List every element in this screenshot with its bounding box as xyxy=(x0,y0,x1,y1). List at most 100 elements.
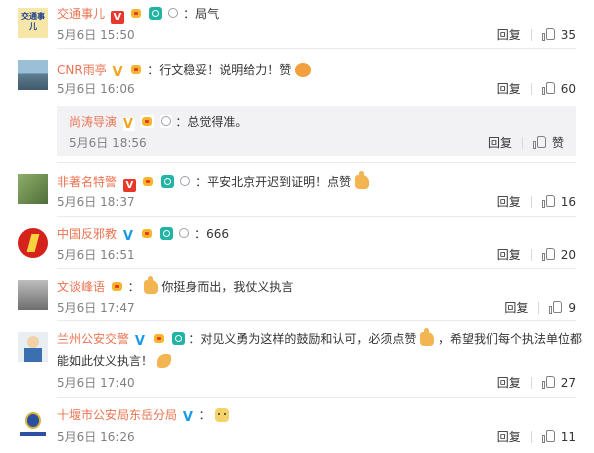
like-button[interactable]: 9 xyxy=(549,301,576,315)
reply-button[interactable]: 回复 xyxy=(497,28,521,42)
reply-button[interactable]: 回复 xyxy=(488,136,512,150)
member-icon[interactable] xyxy=(110,280,124,293)
commenter-name[interactable]: 中国反邪教 xyxy=(57,227,117,241)
reply-button[interactable]: 回复 xyxy=(497,430,521,444)
medal-icon[interactable] xyxy=(179,175,192,188)
thumb-up-icon xyxy=(541,82,556,95)
avatar-head xyxy=(27,336,39,348)
member-icon[interactable] xyxy=(129,7,143,20)
divider xyxy=(530,196,532,208)
like-count: 11 xyxy=(560,430,576,444)
reply-button[interactable]: 回复 xyxy=(497,195,521,209)
avatar[interactable]: 交通事儿 xyxy=(18,8,48,38)
like-button[interactable]: 20 xyxy=(541,248,576,262)
commenter-name[interactable]: 十堰市公安局东岳分局 xyxy=(57,408,177,422)
commenter-name[interactable]: 文谈峰语 xyxy=(57,280,105,294)
like-count: 9 xyxy=(568,301,576,315)
comment-line: 文谈峰语 ： 你挺身而出，我仗义执言 xyxy=(57,276,293,295)
member-icon[interactable] xyxy=(130,63,144,76)
comment-item: 兰州公安交警 V ：对见义勇为这样的鼓励和认可，必须点赞 ，希望我们每个执法单位… xyxy=(0,321,594,398)
like-count: 20 xyxy=(560,248,576,262)
avatar[interactable] xyxy=(18,174,48,204)
thumb-up-icon xyxy=(532,136,547,149)
medal-icon[interactable] xyxy=(167,7,180,20)
camera-badge-icon[interactable] xyxy=(148,7,162,20)
camera-badge-icon[interactable] xyxy=(160,175,174,188)
commenter-name[interactable]: 尚涛导演 xyxy=(69,115,117,129)
comment-text: ：局气 xyxy=(183,7,220,21)
comment-text: ： xyxy=(127,280,140,294)
thumb-up-icon xyxy=(541,248,556,261)
commenter-name[interactable]: CNR雨亭 xyxy=(57,63,107,77)
member-icon[interactable] xyxy=(140,115,154,128)
comment-text: ：行文稳妥！说明给力！赞 xyxy=(147,63,292,77)
actions: 回复 9 xyxy=(504,300,576,316)
verified-gold-icon[interactable]: V xyxy=(122,118,135,131)
divider xyxy=(530,249,532,261)
avatar[interactable] xyxy=(18,60,48,90)
reply-button[interactable]: 回复 xyxy=(497,82,521,96)
thumbs-up-emoji-icon xyxy=(420,328,435,346)
like-button[interactable]: 60 xyxy=(541,82,576,96)
comment-text: ：平安北京开迟到证明！点赞 xyxy=(195,175,352,189)
comment-text-line2: 能如此仗义执言！ xyxy=(57,354,154,368)
comment-line-2: 能如此仗义执言！ xyxy=(57,353,171,369)
comment-item: 文谈峰语 ： 你挺身而出，我仗义执言 5月6日 17:47 回复 9 xyxy=(0,268,594,321)
member-icon[interactable] xyxy=(141,175,155,188)
like-button[interactable]: 16 xyxy=(541,195,576,209)
like-button[interactable]: 27 xyxy=(541,376,576,390)
comment-text: ：对见义勇为这样的鼓励和认可，必须点赞 xyxy=(188,332,417,346)
avatar-body xyxy=(24,348,42,362)
medal-icon[interactable] xyxy=(178,227,191,240)
commenter-name[interactable]: 交通事儿 xyxy=(57,7,105,21)
verified-gold-icon[interactable]: V xyxy=(112,66,125,79)
reply-button[interactable]: 回复 xyxy=(504,301,528,315)
timestamp: 5月6日 17:40 xyxy=(57,376,135,390)
avatar[interactable] xyxy=(18,409,48,439)
medal-icon[interactable] xyxy=(159,115,172,128)
clap-emoji-icon xyxy=(295,63,312,77)
comment-line: CNR雨亭 V ：行文稳妥！说明给力！赞 xyxy=(57,62,312,79)
verified-blue-icon[interactable]: V xyxy=(122,230,135,243)
sub-reply-line: 尚涛导演 V ：总觉得准。 xyxy=(69,114,247,131)
like-button[interactable]: 35 xyxy=(541,28,576,42)
verified-blue-icon[interactable]: V xyxy=(134,335,147,348)
verified-red-icon[interactable]: V xyxy=(110,11,124,24)
police-emblem-icon xyxy=(25,412,41,429)
comment-item: 中国反邪教 V ：666 5月6日 16:51 回复 20 xyxy=(0,216,594,269)
comment-line: 交通事儿 V ：局气 xyxy=(57,6,219,24)
divider xyxy=(57,48,576,49)
like-button[interactable]: 赞 xyxy=(532,136,564,150)
camera-badge-icon[interactable] xyxy=(159,227,173,240)
logo-mark xyxy=(26,234,40,252)
comment-text: ：总觉得准。 xyxy=(175,115,248,129)
avatar[interactable] xyxy=(18,228,48,258)
commenter-name[interactable]: 兰州公安交警 xyxy=(57,332,129,346)
divider xyxy=(530,431,532,443)
like-button[interactable]: 11 xyxy=(541,430,576,444)
like-count: 27 xyxy=(560,376,576,390)
reply-button[interactable]: 回复 xyxy=(497,376,521,390)
commenter-name[interactable]: 非著名特警 xyxy=(57,175,117,189)
timestamp: 5月6日 17:47 xyxy=(57,301,135,315)
member-icon[interactable] xyxy=(140,227,154,240)
thumbs-up-emoji-icon xyxy=(143,276,158,294)
avatar[interactable] xyxy=(18,332,48,362)
verified-red-icon[interactable]: V xyxy=(122,179,136,192)
camera-badge-icon[interactable] xyxy=(171,332,185,345)
timestamp: 5月6日 16:26 xyxy=(57,430,135,444)
comment-text-cont: ，希望我们每个执法单位都 xyxy=(438,332,583,346)
thumbs-up-emoji-icon xyxy=(355,171,369,189)
avatar[interactable] xyxy=(18,280,48,310)
divider xyxy=(530,377,532,389)
actions: 回复 赞 xyxy=(488,135,564,151)
comment-item: 交通事儿 交通事儿 V ：局气 5月6日 15:50 回复 35 xyxy=(0,0,594,50)
verified-blue-icon[interactable]: V xyxy=(182,411,195,424)
reply-button[interactable]: 回复 xyxy=(497,248,521,262)
actions: 回复 20 xyxy=(497,247,576,263)
member-icon[interactable] xyxy=(152,332,166,345)
comment-item: 非著名特警 V ：平安北京开迟到证明！点赞 5月6日 18:37 回复 16 xyxy=(0,163,594,217)
thumb-up-icon xyxy=(541,430,556,443)
thumb-up-icon xyxy=(541,376,556,389)
like-label: 赞 xyxy=(551,136,564,150)
